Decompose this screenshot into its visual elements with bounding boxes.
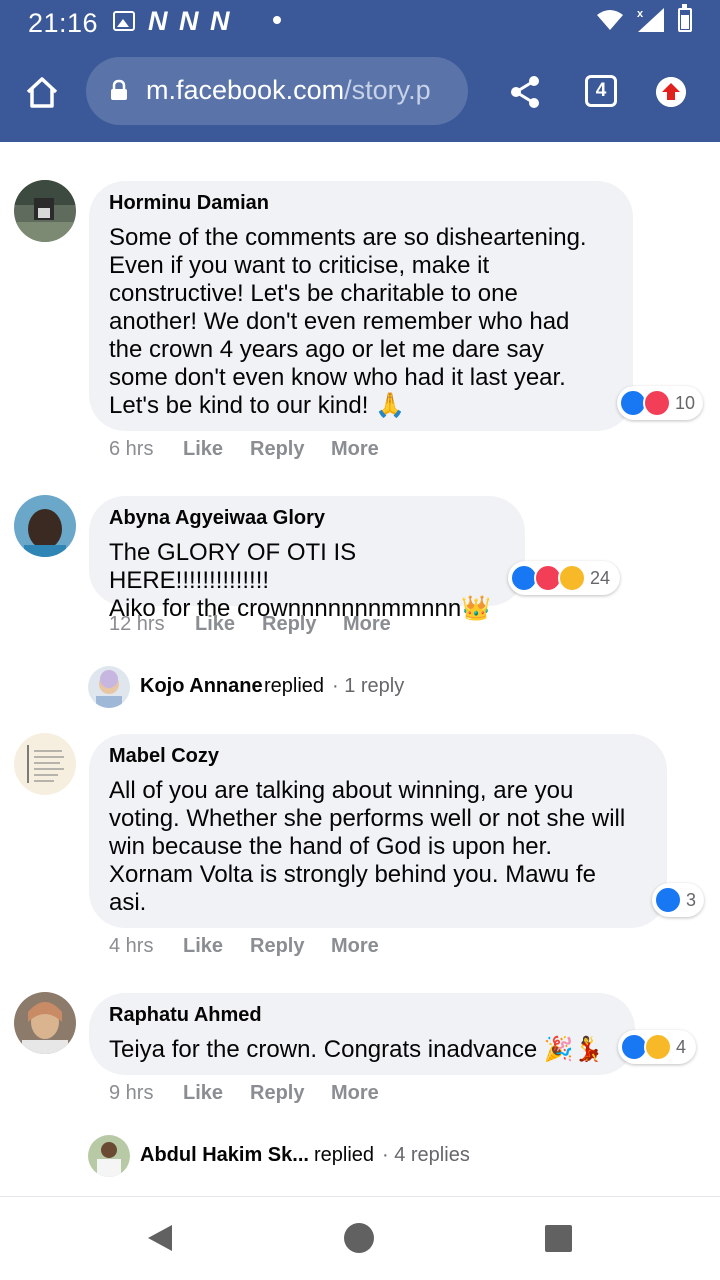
- comment-line: voting. Whether she performs well or not…: [109, 805, 626, 832]
- comment-line: Xornam Volta is strongly behind you. Maw…: [109, 861, 596, 888]
- comment-line: the crown 4 years ago or let me dare say: [109, 336, 544, 363]
- home-icon[interactable]: [24, 74, 60, 110]
- comment-author[interactable]: Mabel Cozy: [109, 745, 647, 767]
- comment-line: asi.: [109, 889, 147, 916]
- more-button[interactable]: More: [331, 1082, 379, 1105]
- url-host: m.facebook.com: [146, 75, 345, 105]
- reply-author: Kojo Annane: [140, 675, 263, 697]
- comment-bubble: Raphatu Ahmed Teiya for the crown. Congr…: [89, 993, 635, 1075]
- more-button[interactable]: More: [331, 935, 379, 958]
- reaction-summary[interactable]: 10: [617, 386, 703, 420]
- replied-label: replied: [264, 675, 325, 697]
- more-button[interactable]: More: [343, 613, 391, 636]
- avatar: [88, 666, 130, 708]
- like-button[interactable]: Like: [183, 1082, 223, 1105]
- reaction-count: 4: [676, 1037, 687, 1057]
- home-circle-icon[interactable]: [344, 1223, 374, 1253]
- comment-line: All of you are talking about winning, ar…: [109, 777, 574, 804]
- image-icon: [113, 11, 135, 31]
- more-button[interactable]: More: [331, 438, 379, 461]
- signal-icon: x: [637, 8, 664, 32]
- comment-text: Teiya for the crown. Congrats inadvance …: [109, 1036, 615, 1064]
- notification-icons: N N N: [148, 6, 232, 36]
- care-reaction-icon: [558, 564, 586, 592]
- share-icon[interactable]: [508, 74, 542, 110]
- url-text: m.facebook.com/story.p: [146, 75, 456, 106]
- comment-author[interactable]: Raphatu Ahmed: [109, 1004, 615, 1026]
- comment-line: constructive! Let's be charitable to one: [109, 280, 518, 307]
- reply-button[interactable]: Reply: [262, 613, 316, 636]
- like-reaction-icon: [654, 886, 682, 914]
- replied-label: replied: [314, 1144, 375, 1166]
- like-button[interactable]: Like: [183, 935, 223, 958]
- svg-text:x: x: [637, 8, 644, 20]
- reaction-summary[interactable]: 4: [618, 1030, 696, 1064]
- battery-icon: [678, 4, 692, 32]
- status-bar: 21:16 N N N x: [0, 0, 720, 44]
- reply-author: Abdul Hakim Sk...: [140, 1144, 309, 1166]
- back-icon[interactable]: [146, 1223, 174, 1253]
- comment-author[interactable]: Horminu Damian: [109, 192, 613, 214]
- comment-bubble: Abyna Agyeiwaa Glory The GLORY OF OTI IS…: [89, 496, 525, 622]
- comment-text: Some of the comments are so disheartenin…: [109, 224, 613, 420]
- comment-time: 12 hrs: [109, 613, 165, 635]
- avatar[interactable]: [14, 733, 76, 795]
- tabs-icon[interactable]: 4: [585, 75, 617, 107]
- reply-button[interactable]: Reply: [250, 438, 304, 461]
- avatar[interactable]: [14, 180, 76, 242]
- comment-line: The GLORY OF OTI IS HERE!!!!!!!!!!!!!!: [109, 539, 357, 594]
- comment-time: 4 hrs: [109, 935, 154, 957]
- reply-count: · 1 reply: [332, 675, 405, 697]
- lock-icon: [111, 79, 127, 100]
- comment-author[interactable]: Abyna Agyeiwaa Glory: [109, 507, 505, 529]
- avatar[interactable]: [14, 992, 76, 1054]
- comment-text: The GLORY OF OTI IS HERE!!!!!!!!!!!!!! A…: [109, 539, 505, 623]
- like-button[interactable]: Like: [183, 438, 223, 461]
- status-time: 21:16: [28, 8, 99, 38]
- reaction-count: 24: [590, 568, 611, 588]
- comment-bubble: Horminu Damian Some of the comments are …: [89, 181, 633, 431]
- url-bar[interactable]: m.facebook.com/story.p: [86, 57, 468, 125]
- comment-line: Let's be kind to our kind! 🙏: [109, 392, 405, 419]
- comment-time: 9 hrs: [109, 1082, 154, 1104]
- haha-reaction-icon: [644, 1033, 672, 1061]
- upload-icon[interactable]: [656, 77, 686, 107]
- browser-toolbar: 21:16 N N N x m.facebook.com/story.p 4: [0, 0, 720, 142]
- like-button[interactable]: Like: [195, 613, 235, 636]
- comment-line: win because the hand of God is upon her.: [109, 833, 552, 860]
- reaction-summary[interactable]: 3: [652, 883, 704, 917]
- wifi-icon: [597, 10, 623, 30]
- more-notifications-icon: [273, 16, 281, 24]
- system-nav-bar: [0, 1196, 720, 1280]
- url-path: /story.p: [344, 75, 431, 105]
- avatar[interactable]: [14, 495, 76, 557]
- avatar: [88, 1135, 130, 1177]
- reaction-summary[interactable]: 24: [508, 561, 620, 595]
- comment-bubble: Mabel Cozy All of you are talking about …: [89, 734, 667, 928]
- reaction-count: 10: [675, 393, 696, 413]
- reply-count: · 4 replies: [382, 1144, 470, 1166]
- reply-button[interactable]: Reply: [250, 935, 304, 958]
- comment-line: another! We don't even remember who had: [109, 308, 570, 335]
- reply-button[interactable]: Reply: [250, 1082, 304, 1105]
- comment-line: Even if you want to criticise, make it: [109, 252, 490, 279]
- comment-line: Teiya for the crown. Congrats inadvance …: [109, 1036, 604, 1063]
- recents-icon[interactable]: [545, 1225, 572, 1252]
- comment-line: Some of the comments are so disheartenin…: [109, 224, 587, 251]
- comment-line: some don't even know who had it last yea…: [109, 364, 566, 391]
- comment-time: 6 hrs: [109, 438, 154, 460]
- love-reaction-icon: [643, 389, 671, 417]
- reaction-count: 3: [686, 890, 697, 910]
- comment-text: All of you are talking about winning, ar…: [109, 777, 647, 917]
